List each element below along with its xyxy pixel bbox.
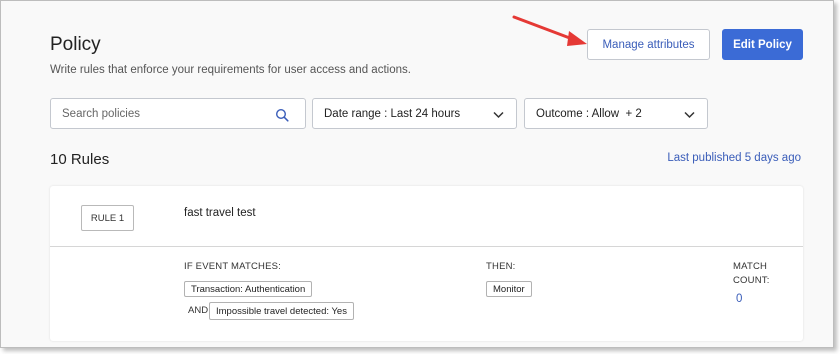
if-event-matches-label: IF EVENT MATCHES: — [184, 261, 282, 272]
outcome-value: Outcome : Allow + 2 — [536, 107, 642, 120]
last-published-link[interactable]: Last published 5 days ago — [667, 152, 801, 164]
chevron-down-icon — [493, 111, 504, 119]
condition-chip: Transaction: Authentication — [184, 281, 313, 297]
and-label: AND — [188, 305, 209, 316]
rule-name: fast travel test — [184, 207, 256, 219]
page-subtitle: Write rules that enforce your requiremen… — [50, 64, 411, 76]
match-label: MATCH — [733, 261, 768, 272]
search-icon[interactable] — [275, 108, 289, 122]
chevron-down-icon — [684, 111, 695, 119]
rule-card[interactable]: RULE 1 fast travel test IF EVENT MATCHES… — [50, 186, 803, 341]
count-label: COUNT: — [733, 275, 770, 286]
search-box — [50, 98, 306, 129]
edit-policy-button[interactable]: Edit Policy — [722, 29, 803, 60]
date-range-select[interactable]: Date range : Last 24 hours — [312, 98, 517, 129]
search-input[interactable] — [51, 99, 305, 128]
annotation-arrow-icon — [512, 15, 587, 46]
then-label: THEN: — [486, 261, 516, 272]
rule-card-divider — [50, 246, 803, 247]
outcome-select[interactable]: Outcome : Allow + 2 — [524, 98, 708, 129]
rule-number-badge: RULE 1 — [81, 205, 134, 231]
action-chip: Monitor — [486, 281, 532, 297]
match-count-value[interactable]: 0 — [736, 293, 742, 305]
date-range-value: Date range : Last 24 hours — [324, 107, 461, 120]
condition-chip: Impossible travel detected: Yes — [209, 302, 354, 320]
page-title: Policy — [50, 34, 101, 55]
rules-count: 10 Rules — [50, 151, 110, 168]
manage-attributes-button[interactable]: Manage attributes — [587, 29, 710, 60]
policy-page: Policy Write rules that enforce your req… — [0, 0, 834, 348]
